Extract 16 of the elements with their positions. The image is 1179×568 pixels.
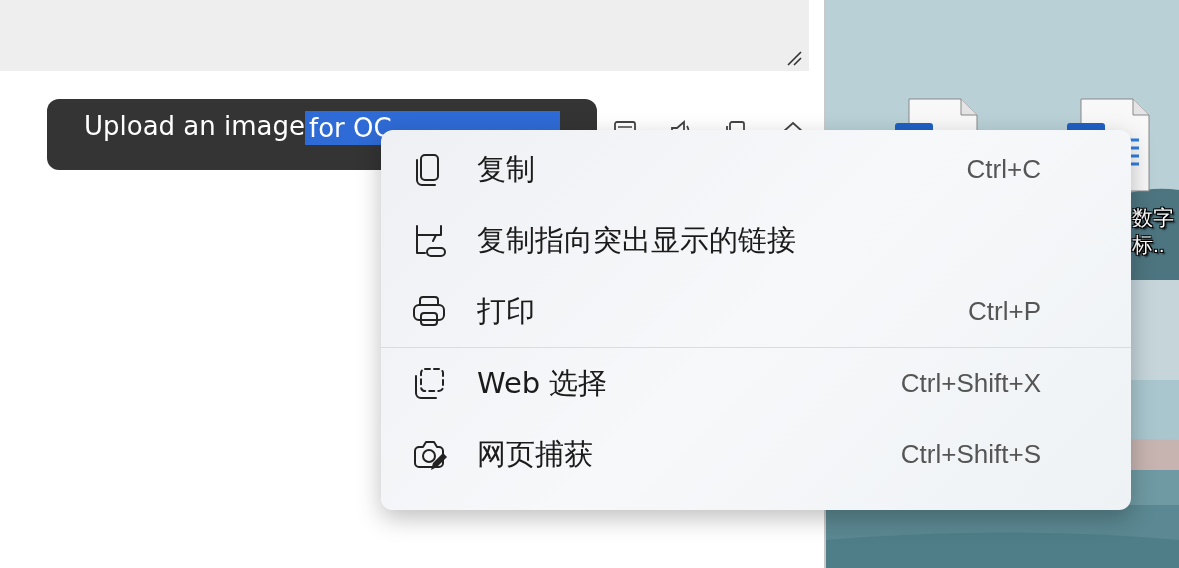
shortcut-text: Ctrl+Shift+S <box>900 439 1041 470</box>
menu-item-label[interactable]: 复制指向突出显示的链接 <box>477 220 796 261</box>
resize-grip-icon[interactable] <box>785 49 803 67</box>
menu-item-label[interactable]: 打印 <box>477 291 535 332</box>
menu-item[interactable]: Web 选择 Ctrl+Shift+X <box>381 348 1131 419</box>
shortcut-text: Ctrl+P <box>968 296 1041 327</box>
menu-item-label[interactable]: 网页捕获 <box>477 434 593 475</box>
shortcut-text: Ctrl+C <box>966 154 1041 185</box>
menu-item-label[interactable]: Web 选择 <box>477 363 608 404</box>
menu-item[interactable]: 网页捕获 Ctrl+Shift+S <box>381 419 1131 490</box>
menu-item[interactable]: 复制指向突出显示的链接 <box>381 205 1131 276</box>
file-name: 数字 标.. <box>1132 205 1174 258</box>
tooltip-text: Upload an image <box>84 111 306 141</box>
menu-item[interactable]: 打印 Ctrl+P <box>381 276 1131 347</box>
menu-item-label[interactable]: 复制 <box>477 149 535 190</box>
shortcut-text: Ctrl+Shift+X <box>900 368 1041 399</box>
